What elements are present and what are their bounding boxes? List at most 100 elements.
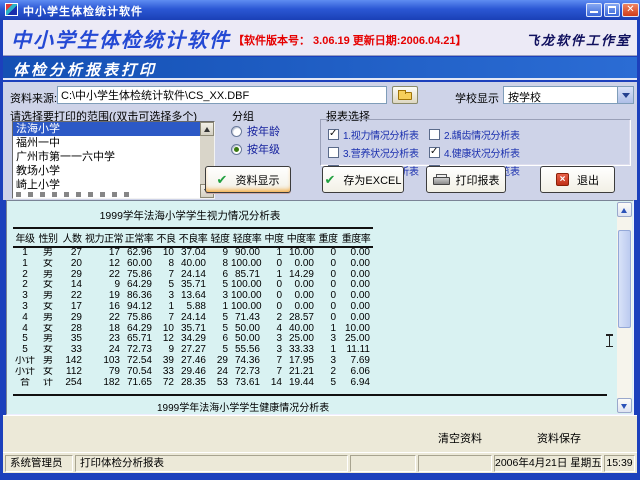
report-checkbox[interactable]: 1.视力情况分析表: [328, 125, 429, 143]
button-label: 打印报表: [456, 172, 500, 188]
school-list-item[interactable]: 广州市第一一六中学: [13, 150, 200, 164]
table-cell: 5: [13, 345, 37, 356]
table-cell: 1: [317, 345, 339, 356]
table-cell: 5: [317, 378, 339, 389]
report-checkbox[interactable]: 2.龋齿情况分析表: [429, 125, 530, 143]
table-cell: 0.00: [285, 291, 317, 302]
action-button[interactable]: ✔ 存为EXCEL: [322, 166, 404, 193]
scroll-down-icon[interactable]: [617, 398, 632, 413]
school-display-label: 学校显示: [455, 90, 499, 106]
page-title: 体检分析报表打印: [13, 59, 157, 80]
table-header-cell: 中度率: [285, 228, 317, 247]
radio-option[interactable]: 按年级: [231, 140, 301, 158]
maximize-button[interactable]: [604, 3, 620, 17]
table-cell: 28.57: [285, 313, 317, 324]
action-button[interactable]: 打印报表: [426, 166, 506, 193]
report-checkbox[interactable]: 3.营养状况分析表: [328, 143, 429, 161]
status-empty-cell: [418, 455, 492, 472]
scroll-up-icon[interactable]: [200, 122, 214, 136]
table-row: 3女171694.1215.881100.0000.0000.00: [13, 302, 373, 313]
radio-option[interactable]: 按年龄: [231, 122, 301, 140]
clear-data-button[interactable]: 清空资料: [438, 430, 482, 446]
status-task: 打印体检分析报表: [75, 455, 348, 472]
table-cell: 29: [59, 313, 85, 324]
table-header-cell: 视力正常: [85, 228, 123, 247]
table-header-cell: 重度率: [339, 228, 373, 247]
button-label: 退出: [577, 172, 599, 188]
school-display-select[interactable]: 按学校: [503, 86, 634, 104]
table-cell: 34.29: [177, 334, 209, 345]
table-cell: 3: [13, 302, 37, 313]
table-cell: 16: [85, 302, 123, 313]
header: 中小学生体检统计软件 【软件版本号： 3.06.19 更新日期:2006.04.…: [3, 20, 637, 56]
minimize-button[interactable]: [586, 3, 602, 17]
report-scrollbar[interactable]: [617, 202, 632, 413]
table-cell: 17: [59, 302, 85, 313]
table-header-cell: 人数: [59, 228, 85, 247]
report-title: 1999学年法海小学学生视力情况分析表: [7, 208, 373, 223]
table-cell: 0: [263, 302, 285, 313]
table-header-cell: 不良: [155, 228, 177, 247]
table-cell: 55.56: [231, 345, 263, 356]
report-checkbox-panel: 1.视力情况分析表2.龋齿情况分析表3.营养状况分析表4.健康状况分析表5.形态…: [320, 119, 631, 166]
source-path-input[interactable]: [57, 86, 387, 104]
action-button[interactable]: ✔资料显示: [205, 166, 291, 193]
chevron-down-icon[interactable]: [617, 87, 633, 103]
table-cell: 1: [263, 247, 285, 259]
table-cell: 4: [13, 313, 37, 324]
table-cell: 0.00: [339, 313, 373, 324]
table-cell: 100.00: [231, 291, 263, 302]
school-list-item[interactable]: 法海小学: [13, 122, 200, 136]
app-title: 中小学生体检统计软件: [11, 24, 231, 53]
section-band: 体检分析报表打印: [3, 57, 637, 80]
checkbox-label: 3.营养状况分析表: [343, 145, 419, 160]
table-cell: 3: [155, 291, 177, 302]
table-row: 5女332472.73927.27555.56333.33111.11: [13, 345, 373, 356]
table-cell: 22: [59, 291, 85, 302]
table-cell: 2: [317, 367, 339, 378]
table-cell: 28.35: [177, 378, 209, 389]
table-cell: 6.94: [339, 378, 373, 389]
table-row: 2女14964.29535.715100.0000.0000.00: [13, 280, 373, 291]
table-cell: 12: [85, 259, 123, 270]
table-row: 1男271762.961037.04990.00110.0000.00: [13, 247, 373, 259]
table-row: 1女201260.00840.008100.0000.0000.00: [13, 259, 373, 270]
table-cell: 25.00: [339, 334, 373, 345]
folder-icon: [398, 92, 412, 100]
table-cell: 70.54: [123, 367, 155, 378]
table-cell: 男: [37, 356, 59, 367]
table-cell: 3: [13, 291, 37, 302]
browse-button[interactable]: [392, 86, 418, 104]
scroll-up-icon[interactable]: [617, 202, 632, 217]
school-display-value: 按学校: [508, 89, 541, 105]
table-cell: 35.71: [177, 324, 209, 335]
close-button[interactable]: ✕: [622, 3, 639, 17]
status-empty-cell: [350, 455, 416, 472]
school-list-item[interactable]: 福州一中: [13, 136, 200, 150]
table-cell: 3: [317, 334, 339, 345]
table-cell: 7: [155, 313, 177, 324]
table-cell: 男: [37, 313, 59, 324]
save-data-button[interactable]: 资料保存: [537, 430, 581, 446]
table-cell: 19.44: [285, 378, 317, 389]
table-cell: 3: [317, 356, 339, 367]
button-label: 存为EXCEL: [343, 172, 401, 188]
table-cell: 8: [155, 259, 177, 270]
table-row: 3男221986.36313.643100.0000.0000.00: [13, 291, 373, 302]
radio-icon: [231, 144, 242, 155]
report-checkbox[interactable]: 4.健康状况分析表: [429, 143, 530, 161]
table-cell: 1: [317, 324, 339, 335]
table-cell: 72: [155, 378, 177, 389]
table-row: 合计25418271.657228.355373.611419.4456.94: [13, 378, 373, 389]
table-cell: 33: [59, 345, 85, 356]
table-bottom-rule: [13, 394, 607, 396]
status-user: 系统管理员: [5, 455, 73, 472]
table-cell: 19: [85, 291, 123, 302]
exit-button[interactable]: × 退出: [540, 166, 615, 193]
check-icon: ✔: [325, 173, 336, 186]
table-cell: 男: [37, 270, 59, 281]
close-icon: ×: [556, 173, 569, 186]
table-cell: 13.64: [177, 291, 209, 302]
scrollbar-thumb[interactable]: [618, 230, 631, 328]
table-cell: 21.21: [285, 367, 317, 378]
